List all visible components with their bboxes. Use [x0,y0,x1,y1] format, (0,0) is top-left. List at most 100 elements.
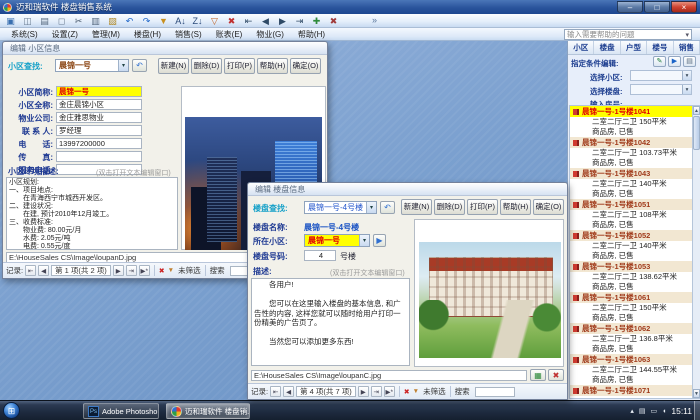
undo-search-button[interactable]: ↶ [380,201,395,214]
building-window-titlebar[interactable]: 编辑 楼盘信息 [248,183,567,196]
help-button[interactable]: 帮助(H) [500,199,531,215]
new-record-icon[interactable]: ✚ [310,15,323,27]
view-icon[interactable]: ◫ [21,15,34,27]
scrollbar-thumb[interactable] [693,116,700,150]
new-record-button[interactable]: ▶* [383,386,395,397]
first-record-button[interactable]: ⇤ [25,265,37,276]
first-record-button[interactable]: ⇤ [270,386,282,397]
ok-button[interactable]: 确定(O) [290,58,321,74]
previous-record-button[interactable]: ◀ [283,386,295,397]
remove-image-button[interactable]: ✖ [548,369,564,381]
listing-item[interactable]: 晨锦一号-1号楼1042 二室二厅一卫 103.73平米 商品房, 已售 [570,137,692,168]
minimize-button[interactable]: – [617,1,643,13]
menu-item[interactable]: 帮助(H) [291,29,332,40]
new-button[interactable]: 新建(N) [158,58,189,74]
panel-tab[interactable]: 销售 [674,41,700,54]
chevron-down-icon[interactable]: ▾ [682,71,691,80]
next-record-icon[interactable]: ▶ [276,15,289,27]
taskbar-item-photoshop[interactable]: Ps Adobe Photoshop [83,403,159,419]
listing-item[interactable]: 晨锦一号-1号楼1041 二室二厅二卫 150平米 商品房, 已售 [570,106,692,137]
listing-item[interactable]: 晨锦一号-1号楼1061 二室二厅二卫 150平米 商品房, 已售 [570,292,692,323]
ok-button[interactable]: 确定(O) [533,199,564,215]
save-icon[interactable]: ▣ [4,15,17,27]
paste-icon[interactable]: ▨ [106,15,119,27]
print-list-button[interactable]: ▤ [683,56,696,67]
community-search-combo[interactable]: 晨锦一号 ▾ [55,59,129,72]
edit-condition-button[interactable]: ✎ [653,56,666,67]
building-desc-textarea[interactable]: 各用户! 您可以在这里输入楼盘的基本信息, 和广告性的内容, 这样您就可以随时给… [251,278,410,366]
redo-icon[interactable]: ↷ [140,15,153,27]
remove-filter-icon[interactable]: ✖ [225,15,238,27]
previous-record-button[interactable]: ◀ [38,265,50,276]
field-input[interactable] [56,151,142,162]
panel-tab[interactable]: 小区 [568,41,595,54]
field-input[interactable]: 金庄晨锦小区 [56,99,142,110]
show-desktop-button[interactable] [694,401,700,420]
volume-icon[interactable]: ◖ [662,408,666,415]
next-record-button[interactable]: ▶ [112,265,124,276]
scroll-down-icon[interactable]: ▼ [693,389,700,398]
input-indicator-icon[interactable]: ▤ [639,407,646,415]
field-input[interactable]: 罗经理 [56,125,142,136]
maximize-button[interactable]: □ [644,1,670,13]
menu-item[interactable]: 设置(Z) [45,29,85,40]
environment-desc-textarea[interactable]: 小区规划: 一、项目地点: 在青海西宁市城西开发区。 二、建设状况: 在建, 预… [6,177,178,250]
listing-scrollbar[interactable]: ▲ ▼ [692,105,700,399]
previous-record-icon[interactable]: ◀ [259,15,272,27]
goto-community-button[interactable]: ▶ [373,234,386,247]
panel-tab[interactable]: 楼号 [647,41,674,54]
building-number-input[interactable]: 4 [304,250,336,261]
delete-button[interactable]: 删除(D) [434,199,465,215]
undo-icon[interactable]: ↶ [123,15,136,27]
copy-icon[interactable]: ▥ [89,15,102,27]
select-building-combo[interactable]: ▾ [630,84,692,95]
print-button[interactable]: 打印(P) [224,58,255,74]
listing-item[interactable]: 晨锦一号-1号楼1052 二室二厅一卫 140平米 商品房, 已售 [570,230,692,261]
print-icon[interactable]: ▤ [38,15,51,27]
taskbar-item-housesales[interactable]: 迈和瑞软件 楼盘销... [166,403,250,419]
scroll-up-icon[interactable]: ▲ [693,106,700,115]
last-record-button[interactable]: ⇥ [370,386,382,397]
print-preview-icon[interactable]: ◻ [55,15,68,27]
select-community-combo[interactable]: ▾ [630,70,692,81]
field-input[interactable]: 13997200000 [56,138,142,149]
toolbar-options-icon[interactable]: » [372,15,377,25]
building-search-combo[interactable]: 晨锦一号-4号楼 ▾ [304,201,377,214]
menu-item[interactable]: 销售(S) [168,29,209,40]
browse-image-button[interactable]: ▦ [530,369,546,381]
listing-item[interactable]: 晨锦一号-1号楼1062 二室二厅一卫 136.8平米 商品房, 已售 [570,323,692,354]
sort-descending-icon[interactable]: Z↓ [191,15,204,27]
listing-item[interactable]: 晨锦一号-1号楼1063 二室二厅二卫 144.55平米 商品房, 已售 [570,354,692,385]
network-icon[interactable]: ▭ [651,407,658,415]
panel-tab[interactable]: 楼盘 [594,41,621,54]
filter-icon[interactable]: ▽ [208,15,221,27]
field-input[interactable]: 金庄雅思物业 [56,112,142,123]
hidden-icons-icon[interactable]: ▴ [630,407,634,415]
help-search-input[interactable]: 输入需要帮助的问题 ▾ [564,29,692,40]
filter-by-selection-icon[interactable]: ▼ [157,15,170,27]
listing-item[interactable]: 晨锦一号-1号楼1053 二室二厅二卫 138.62平米 商品房, 已售 [570,261,692,292]
menu-item[interactable]: 账表(E) [209,29,250,40]
print-button[interactable]: 打印(P) [467,199,498,215]
delete-record-icon[interactable]: ✖ [327,15,340,27]
record-search-input[interactable] [474,386,515,397]
chevron-down-icon[interactable]: ▾ [682,85,691,94]
help-button[interactable]: 帮助(H) [257,58,288,74]
taskbar-clock[interactable]: 15:11 [671,406,692,416]
first-record-icon[interactable]: ⇤ [242,15,255,27]
community-window-titlebar[interactable]: 编辑 小区信息 [3,42,327,55]
filter-status[interactable]: 未筛选 [423,386,446,397]
menu-item[interactable]: 物业(G) [249,29,291,40]
close-button[interactable]: × [671,1,697,13]
undo-search-button[interactable]: ↶ [132,59,147,72]
chevron-down-icon[interactable]: ▾ [118,60,128,71]
run-condition-button[interactable]: ▶ [668,56,681,67]
next-record-button[interactable]: ▶ [357,386,369,397]
new-record-button[interactable]: ▶* [138,265,150,276]
listing-item[interactable]: 晨锦一号-1号楼1071 [570,385,692,398]
listing-item[interactable]: 晨锦一号-1号楼1051 二室二厅二卫 108平米 商品房, 已售 [570,199,692,230]
menu-item[interactable]: 楼盘(H) [127,29,168,40]
menu-item[interactable]: 系统(S) [4,29,45,40]
menu-item[interactable]: 管理(M) [85,29,127,40]
cut-icon[interactable]: ✂ [72,15,85,27]
